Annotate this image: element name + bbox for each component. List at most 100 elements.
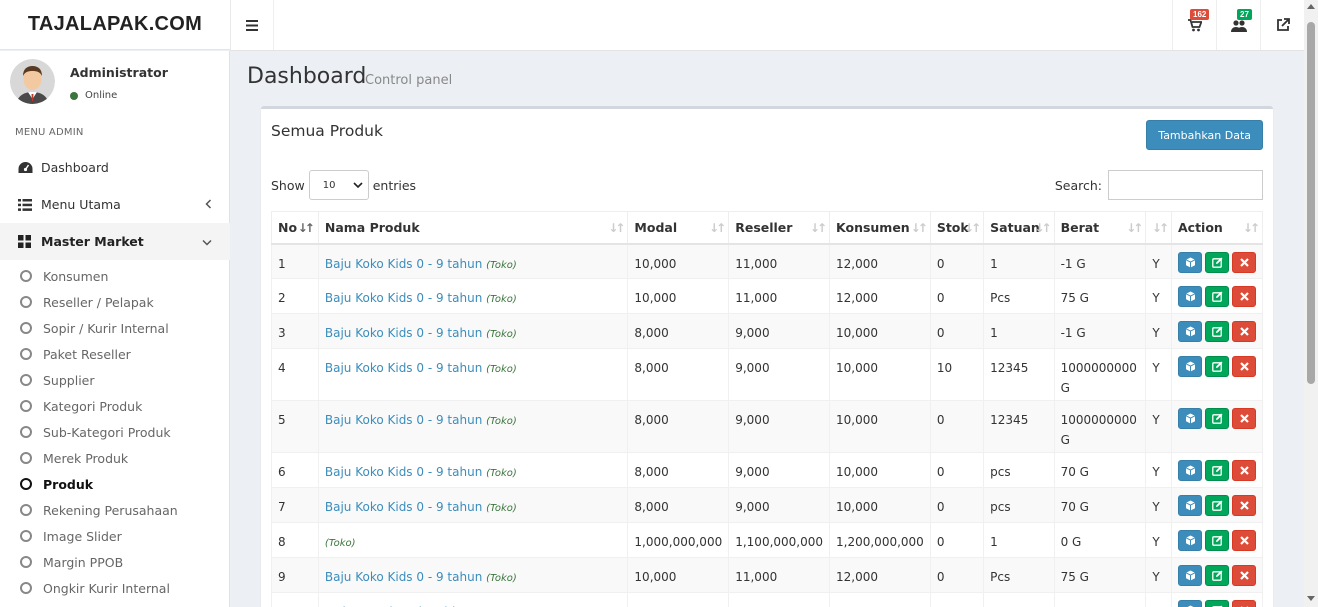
edit-button[interactable]: [1205, 495, 1229, 516]
edit-button[interactable]: [1205, 356, 1229, 377]
column-header[interactable]: Modal ↓↑: [627, 211, 730, 245]
product-link[interactable]: Baju Koko Kids 0 - 9 tahun: [325, 257, 482, 271]
product-link[interactable]: Baju Koko Kids 0 - 9 tahun: [325, 413, 482, 427]
delete-button[interactable]: [1232, 321, 1256, 342]
entries-select[interactable]: 10: [308, 170, 369, 200]
cell-modal: 8,000: [627, 348, 730, 401]
cell-reseller: 9,000: [728, 400, 831, 453]
column-header[interactable]: Action ↓↑: [1171, 211, 1263, 245]
external-link-button[interactable]: [1260, 0, 1304, 50]
users-button[interactable]: 27: [1216, 0, 1260, 50]
brand-logo[interactable]: TAJALAPAK.COM: [0, 0, 230, 50]
sidebar-toggle-button[interactable]: [231, 0, 274, 50]
entries-label: entries: [372, 177, 417, 193]
delete-button[interactable]: [1232, 286, 1256, 307]
cell-stok: 0: [929, 278, 985, 314]
cart-button[interactable]: 162: [1172, 0, 1216, 50]
grid-icon: [18, 235, 34, 248]
add-data-button[interactable]: Tambahkan Data: [1146, 120, 1263, 150]
delete-button[interactable]: [1232, 251, 1256, 273]
edit-button[interactable]: [1205, 460, 1229, 481]
delete-button[interactable]: [1232, 460, 1256, 481]
edit-button[interactable]: [1205, 530, 1229, 551]
sidebar-subitem-rekening-perusahaan[interactable]: Rekening Perusahaan: [0, 497, 230, 523]
sidebar-subitem-margin-ppob[interactable]: Margin PPOB: [0, 549, 230, 575]
column-header[interactable]: Satuan ↓↑: [983, 211, 1055, 245]
product-link[interactable]: Baju Koko Kids 0 - 9 tahun: [325, 465, 482, 479]
cell-name: Baju Koko Kids 0 - 9 tahun (Toko): [317, 348, 629, 401]
page-scrollbar[interactable]: [1304, 0, 1318, 607]
product-link[interactable]: Baju Koko Kids 0 - 9 tahun: [325, 361, 482, 375]
detail-button[interactable]: [1178, 356, 1202, 377]
edit-button[interactable]: [1205, 565, 1229, 586]
detail-button[interactable]: [1178, 408, 1202, 429]
circle-icon: [20, 400, 32, 412]
column-header[interactable]: ↓↑: [1145, 211, 1172, 245]
dashboard-icon: [18, 161, 34, 174]
sidebar-subitem-merek-produk[interactable]: Merek Produk: [0, 445, 230, 471]
column-header[interactable]: Konsumen ↓↑: [829, 211, 931, 245]
scroll-up-arrow-icon[interactable]: [1307, 4, 1315, 9]
edit-button[interactable]: [1205, 251, 1229, 273]
product-link[interactable]: Baju Koko Kids 0 - 9 tahun: [325, 500, 482, 514]
detail-button[interactable]: [1178, 530, 1202, 551]
detail-button[interactable]: [1178, 251, 1202, 273]
delete-button[interactable]: [1232, 495, 1256, 516]
sidebar-subitem-paket-reseller[interactable]: Paket Reseller: [0, 341, 230, 367]
column-header[interactable]: No ↓↑: [271, 211, 319, 245]
delete-button[interactable]: [1232, 530, 1256, 551]
delete-button[interactable]: [1232, 356, 1256, 377]
list-icon: [18, 198, 34, 211]
sidebar-item-master-market[interactable]: Master Market: [0, 223, 230, 260]
cell-modal: 10,000: [627, 592, 730, 607]
column-header[interactable]: Stok ↓↑: [929, 211, 985, 245]
detail-button[interactable]: [1178, 565, 1202, 586]
detail-button[interactable]: [1178, 286, 1202, 307]
edit-button[interactable]: [1205, 408, 1229, 429]
edit-button[interactable]: [1205, 600, 1229, 607]
column-header[interactable]: Reseller ↓↑: [728, 211, 831, 245]
sidebar-subitem-reseller-pelapak[interactable]: Reseller / Pelapak: [0, 289, 230, 315]
sidebar-item-menu-utama[interactable]: Menu Utama: [0, 186, 230, 223]
detail-button[interactable]: [1178, 321, 1202, 342]
detail-button[interactable]: [1178, 460, 1202, 481]
sidebar-item-dashboard[interactable]: Dashboard: [0, 149, 230, 186]
sidebar-subitem-label: Margin PPOB: [43, 554, 124, 570]
cell-flag: Y: [1145, 592, 1172, 607]
column-header[interactable]: Nama Produk ↓↑: [317, 211, 629, 245]
edit-button[interactable]: [1205, 321, 1229, 342]
product-link[interactable]: Baju Koko Kids 0 - 9 tahun: [325, 570, 482, 584]
product-link[interactable]: Baju Koko Kids 0 - 9 tahun: [325, 291, 482, 305]
sidebar-subitem-sopir-kurir-internal[interactable]: Sopir / Kurir Internal: [0, 315, 230, 341]
sidebar-subitem-supplier[interactable]: Supplier: [0, 367, 230, 393]
cell-flag: Y: [1145, 452, 1172, 488]
sidebar-subitem-ongkir-kurir-internal[interactable]: Ongkir Kurir Internal: [0, 575, 230, 601]
cell-value: 10,000: [634, 291, 677, 305]
table-row: 10Terbaru Baju Koko Kids (Toko)10,00011,…: [271, 592, 1263, 607]
detail-button[interactable]: [1178, 600, 1202, 607]
sidebar-item-label: Dashboard: [41, 160, 109, 175]
delete-button[interactable]: [1232, 565, 1256, 586]
sidebar-subitem-produk[interactable]: Produk: [0, 471, 230, 497]
cell-stok: 0: [929, 592, 985, 607]
edit-button[interactable]: [1205, 286, 1229, 307]
sidebar-subitem-kategori-produk[interactable]: Kategori Produk: [0, 393, 230, 419]
cell-value: Pcs: [990, 291, 1011, 305]
user-name: Administrator: [70, 65, 168, 80]
cell-value: Y: [1152, 413, 1160, 427]
sidebar-subitem-sub-kategori-produk[interactable]: Sub-Kategori Produk: [0, 419, 230, 445]
cell-stok: 0: [929, 243, 985, 279]
circle-icon: [20, 374, 32, 386]
search-input[interactable]: [1108, 170, 1263, 200]
cell-reseller: 1,100,000,000: [728, 522, 831, 558]
scrollbar-thumb[interactable]: [1307, 22, 1315, 384]
delete-button[interactable]: [1232, 408, 1256, 429]
cell-konsumen: 10,000: [829, 452, 931, 488]
delete-button[interactable]: [1232, 600, 1256, 607]
column-header[interactable]: Berat ↓↑: [1053, 211, 1147, 245]
sidebar-subitem-image-slider[interactable]: Image Slider: [0, 523, 230, 549]
scroll-down-arrow-icon[interactable]: [1307, 596, 1315, 601]
product-link[interactable]: Baju Koko Kids 0 - 9 tahun: [325, 326, 482, 340]
sidebar-subitem-konsumen[interactable]: Konsumen: [0, 263, 230, 289]
detail-button[interactable]: [1178, 495, 1202, 516]
